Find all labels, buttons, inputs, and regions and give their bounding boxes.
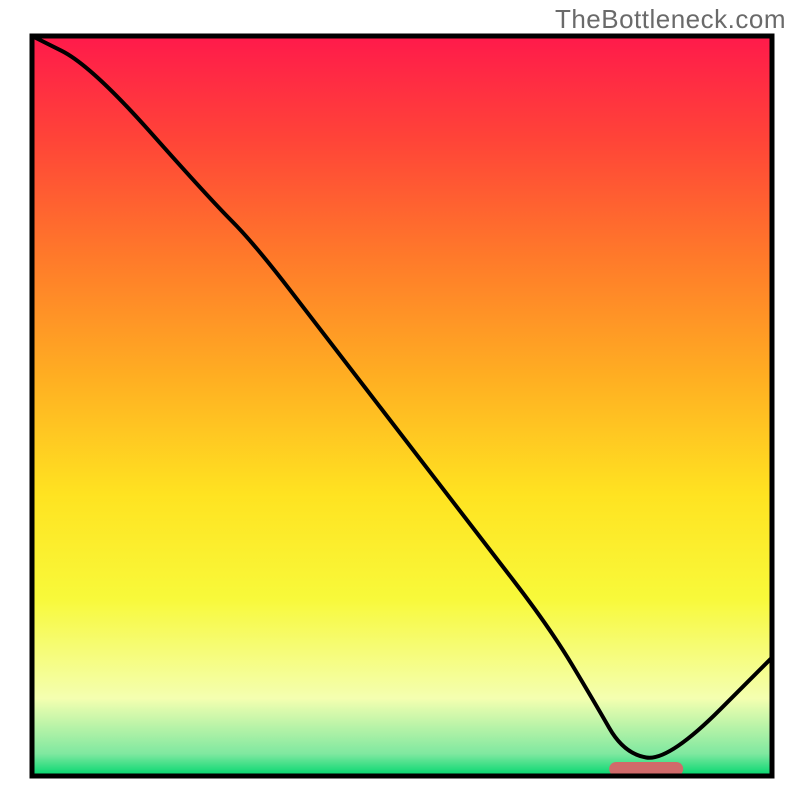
- chart-container: TheBottleneck.com: [0, 0, 800, 800]
- gradient-background: [32, 36, 772, 776]
- watermark-label: TheBottleneck.com: [555, 4, 786, 35]
- bottleneck-chart: [0, 0, 800, 800]
